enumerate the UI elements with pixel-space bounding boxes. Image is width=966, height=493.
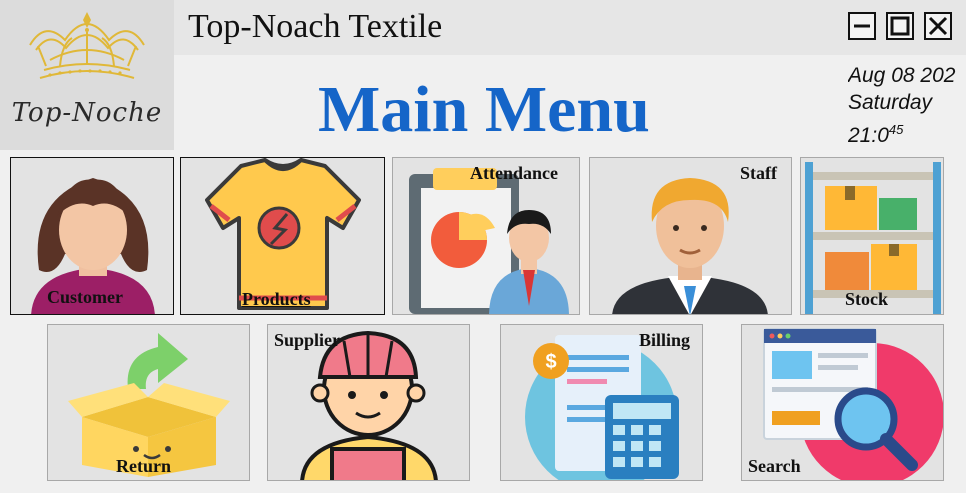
maximize-button[interactable]	[886, 12, 914, 40]
date-label: Aug 08 202	[848, 64, 956, 87]
day-label: Saturday	[848, 91, 933, 114]
menu-tile-label: Return	[116, 456, 171, 476]
datetime-display: Aug 08 202 Saturday 21:045	[848, 62, 966, 149]
menu-tile-attendance[interactable]: Attendance	[392, 157, 580, 315]
menu-tile-return[interactable]: Return	[47, 324, 250, 481]
close-button[interactable]	[924, 12, 952, 40]
page-title: Main Menu	[318, 73, 650, 146]
menu-tile-staff[interactable]: Staff	[589, 157, 792, 315]
menu-tile-label: Supplier	[274, 330, 341, 350]
minimize-button[interactable]	[848, 12, 876, 40]
logo: Top-Noche	[0, 0, 174, 150]
menu-tile-billing[interactable]: $ Billing	[500, 324, 703, 481]
crown-icon	[29, 12, 145, 79]
menu-tile-customer[interactable]: Customer	[10, 157, 174, 315]
menu-tile-search[interactable]: Search	[741, 324, 944, 481]
svg-text:$: $	[545, 351, 556, 373]
logo-text: Top-Noche	[11, 98, 163, 128]
menu-tile-label: Customer	[47, 287, 123, 307]
time-hm: 21:0	[848, 124, 889, 147]
menu-tile-stock[interactable]: Stock	[800, 157, 944, 315]
menu-tile-products[interactable]: Products	[180, 157, 385, 315]
maximize-icon	[890, 16, 910, 36]
menu-tile-label: Staff	[740, 163, 777, 183]
time-label: 21:045	[848, 116, 966, 149]
menu-tile-label: Search	[748, 456, 801, 476]
menu-tile-label: Attendance	[470, 163, 558, 183]
menu-tile-label: Products	[242, 289, 311, 309]
menu-tile-label: Stock	[845, 289, 889, 309]
minimize-icon	[854, 24, 870, 28]
close-icon	[928, 16, 948, 36]
menu-tile-supplier[interactable]: Supplier	[267, 324, 470, 481]
app-title: Top-Noach Textile	[188, 8, 443, 45]
menu-tile-label: Billing	[639, 330, 691, 350]
time-seconds: 45	[888, 122, 904, 137]
